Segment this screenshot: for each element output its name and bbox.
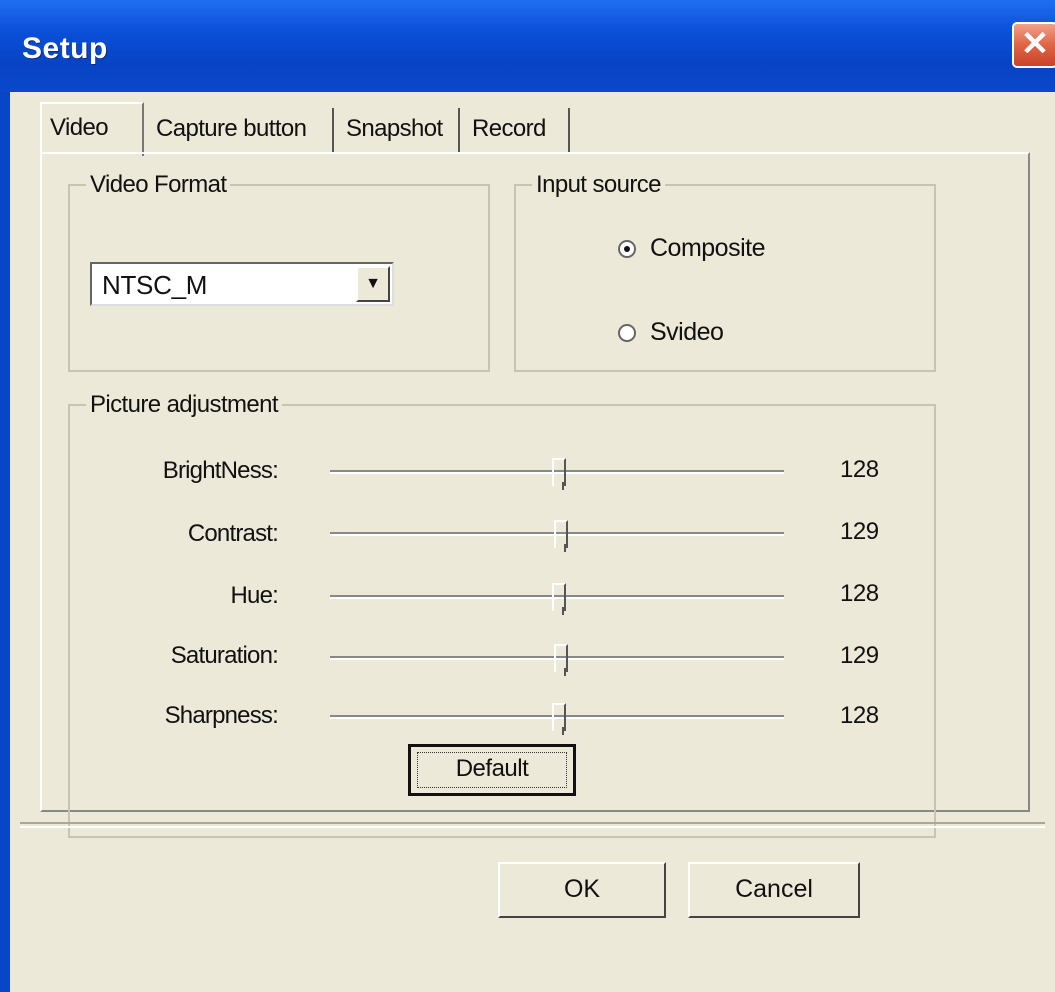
cancel-button[interactable]: Cancel [688, 862, 860, 918]
contrast-label: Contrast: [187, 520, 279, 547]
hue-label: Hue: [230, 582, 279, 609]
brightness-slider-thumb[interactable] [552, 458, 566, 490]
saturation-slider-thumb[interactable] [554, 644, 568, 676]
radio-checked-icon [618, 239, 636, 258]
input-source-group: Input source [514, 172, 936, 372]
radio-svideo[interactable]: Svideo [618, 318, 724, 347]
close-icon[interactable]: ✕ [1012, 22, 1055, 68]
hue-value: 128 [840, 580, 879, 607]
hue-slider-thumb[interactable] [552, 583, 566, 615]
radio-unchecked-icon [618, 323, 636, 342]
brightness-label: BrightNess: [162, 457, 279, 484]
video-format-legend: Video Format [86, 172, 231, 198]
tab-capture-button[interactable]: Capture button [148, 108, 334, 152]
contrast-slider-thumb[interactable] [554, 520, 568, 552]
saturation-slider[interactable] [330, 644, 784, 676]
ok-button[interactable]: OK [498, 862, 666, 918]
tab-record[interactable]: Record [464, 108, 570, 152]
saturation-label: Saturation: [170, 642, 279, 669]
saturation-value: 129 [840, 642, 879, 669]
picture-adjustment-legend: Picture adjustment [86, 392, 282, 418]
brightness-slider[interactable] [330, 458, 784, 490]
sharpness-label: Sharpness: [164, 702, 279, 729]
default-button[interactable]: Default [408, 744, 576, 796]
video-format-value: NTSC_M [102, 270, 208, 300]
sharpness-value: 128 [840, 702, 879, 729]
default-button-label: Default [417, 752, 567, 788]
sharpness-slider-thumb[interactable] [552, 703, 566, 735]
radio-composite[interactable]: Composite [618, 234, 766, 263]
brightness-value: 128 [840, 456, 879, 483]
title-bar[interactable]: Setup ✕ [0, 0, 1055, 92]
footer-divider [20, 822, 1045, 828]
input-source-legend: Input source [532, 172, 665, 198]
hue-slider[interactable] [330, 583, 784, 615]
tab-video[interactable]: Video [40, 102, 144, 156]
contrast-value: 129 [840, 518, 879, 545]
contrast-slider[interactable] [330, 520, 784, 552]
dialog-client-area: Video Capture button Snapshot Record Vid… [10, 92, 1055, 992]
radio-composite-label: Composite [650, 234, 766, 262]
window-title: Setup [22, 32, 108, 65]
tab-snapshot[interactable]: Snapshot [338, 108, 460, 152]
radio-svideo-label: Svideo [650, 318, 724, 346]
setup-window: Setup ✕ Video Capture button Snapshot Re… [0, 0, 1055, 992]
sharpness-slider[interactable] [330, 703, 784, 735]
chevron-down-icon[interactable]: ▼ [356, 266, 390, 302]
video-format-select[interactable]: NTSC_M ▼ [90, 262, 394, 306]
